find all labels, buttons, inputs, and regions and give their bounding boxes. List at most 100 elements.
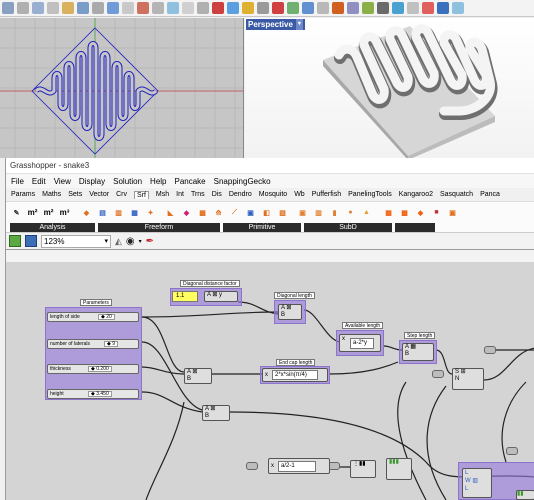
menu-help[interactable]: Help [150,177,166,186]
cylinder-icon[interactable]: ▮ [328,206,341,219]
subd-icon[interactable]: ▩ [398,206,411,219]
sketch-icon[interactable]: ✒ [146,236,154,247]
tab-msh[interactable]: Msh [156,191,169,198]
zoom-dropdown[interactable]: 123% [41,234,111,248]
freeform-icon[interactable]: ◆ [180,206,193,219]
view-icon[interactable] [437,2,449,14]
slider-thickness[interactable]: thickness ◆ 0.200 [47,364,139,374]
view-icon[interactable] [32,2,44,14]
material-icon[interactable] [287,2,299,14]
relay-node[interactable] [484,346,496,354]
view-icon[interactable] [47,2,59,14]
tab-int[interactable]: Int [176,191,184,198]
slider-height[interactable]: height ◆ 3.450 [47,389,139,399]
subd-icon[interactable]: ■ [430,206,443,219]
graph-component[interactable]: ▮▮▮ [386,458,412,480]
zoom-icon[interactable] [62,2,74,14]
view-icon[interactable] [257,2,269,14]
surface-icon[interactable]: ▥ [112,206,125,219]
tab-trns[interactable]: Trns [191,191,205,198]
menu-edit[interactable]: Edit [32,177,46,186]
preview-component[interactable]: ▮▮ [516,490,534,500]
view-icon[interactable] [407,2,419,14]
group-freeform[interactable]: Freeform [98,223,220,232]
top-viewport[interactable] [0,18,244,158]
tab-vector[interactable]: Vector [89,191,109,198]
tab-sets[interactable]: Sets [68,191,82,198]
tab-maths[interactable]: Maths [42,191,61,198]
cone-icon[interactable]: ▲ [360,206,373,219]
group-analysis[interactable]: Analysis [10,223,95,232]
view-icon[interactable] [392,2,404,14]
freeform-icon[interactable]: ▣ [244,206,257,219]
tab-mosquito[interactable]: Mosquito [259,191,287,198]
multiply-component[interactable]: A ⊠ B [278,304,302,320]
relay-node[interactable] [432,370,444,378]
view-icon[interactable] [17,2,29,14]
tab-crv[interactable]: Crv [116,191,127,198]
render-icon[interactable] [227,2,239,14]
subd-icon[interactable]: ◆ [414,206,427,219]
area-moments-icon[interactable]: m² [42,206,55,219]
group-primitive[interactable]: Primitive [223,223,301,232]
menu-view[interactable]: View [54,177,71,186]
light-icon[interactable] [242,2,254,14]
freeform-icon[interactable]: ⟋ [228,206,241,219]
view-icon[interactable] [362,2,374,14]
material-icon[interactable] [272,2,284,14]
relay-node[interactable] [506,447,518,455]
tab-dendro[interactable]: Dendro [229,191,252,198]
range-component[interactable]: ⋮▮▮ [350,460,376,478]
analysis-icon[interactable]: ✎ [10,206,23,219]
divide-component[interactable]: A ▦ B [402,343,434,361]
eye-icon[interactable]: ◉ [126,236,135,247]
freeform-icon[interactable]: ◧ [260,206,273,219]
menu-display[interactable]: Display [79,177,105,186]
series-component[interactable]: S ⊞ N [452,368,484,390]
perspective-viewport[interactable]: Perspective ▾ [245,18,534,158]
surface-icon[interactable]: ✦ [144,206,157,219]
tab-pancake[interactable]: Panca [480,191,500,198]
multiply-component[interactable]: A ⊠ B [202,405,230,421]
multiply-component[interactable]: A ⊠ B [184,368,212,384]
surface-icon[interactable]: ▤ [96,206,109,219]
chevron-down-icon[interactable]: ▾ [139,238,142,245]
tab-kangaroo2[interactable]: Kangaroo2 [399,191,433,198]
menu-file[interactable]: File [11,177,24,186]
save-icon[interactable] [25,235,37,247]
open-file-icon[interactable] [9,235,21,247]
gh-canvas[interactable]: Parameters length of side ◆ 20 number of… [6,262,534,500]
tab-panelingtools[interactable]: PanelingTools [348,191,392,198]
area-icon[interactable]: m² [26,206,39,219]
freeform-icon[interactable]: ▧ [276,206,289,219]
view-icon[interactable] [152,2,164,14]
subd-icon[interactable]: ▣ [446,206,459,219]
perspective-tab[interactable]: Perspective ▾ [246,19,305,30]
tab-wb[interactable]: Wb [294,191,305,198]
render-icon[interactable] [332,2,344,14]
view-icon[interactable] [2,2,14,14]
expression-component[interactable]: x a/2-1 [268,458,330,474]
menu-pancake[interactable]: Pancake [175,177,206,186]
group-subd[interactable]: SubD [304,223,392,232]
freeform-icon[interactable]: ▩ [196,206,209,219]
tab-dis[interactable]: Dis [212,191,222,198]
tab-srf[interactable]: Srf [133,190,149,199]
view-icon[interactable] [182,2,194,14]
menu-solution[interactable]: Solution [113,177,142,186]
slider-value[interactable]: ◆ 0.200 [88,366,112,372]
slider-number-of-laterals[interactable]: number of laterals ◆ 9 [47,339,139,349]
multiply-component[interactable]: A ⊠ y [204,291,238,302]
pan-icon[interactable] [77,2,89,14]
slider-value[interactable]: ◆ 9 [104,341,119,347]
tab-sasquatch[interactable]: Sasquatch [440,191,473,198]
subd-icon[interactable]: ▦ [382,206,395,219]
view-icon[interactable] [167,2,179,14]
view-icon[interactable] [317,2,329,14]
view-icon[interactable] [422,2,434,14]
expression-component[interactable]: x 2*x*sin(π/4) [262,368,328,382]
view-icon[interactable] [197,2,209,14]
slider-value[interactable]: ◆ 20 [98,314,115,320]
sphere-icon[interactable]: ● [344,206,357,219]
menu-snappinggecko[interactable]: SnappingGecko [214,177,271,186]
